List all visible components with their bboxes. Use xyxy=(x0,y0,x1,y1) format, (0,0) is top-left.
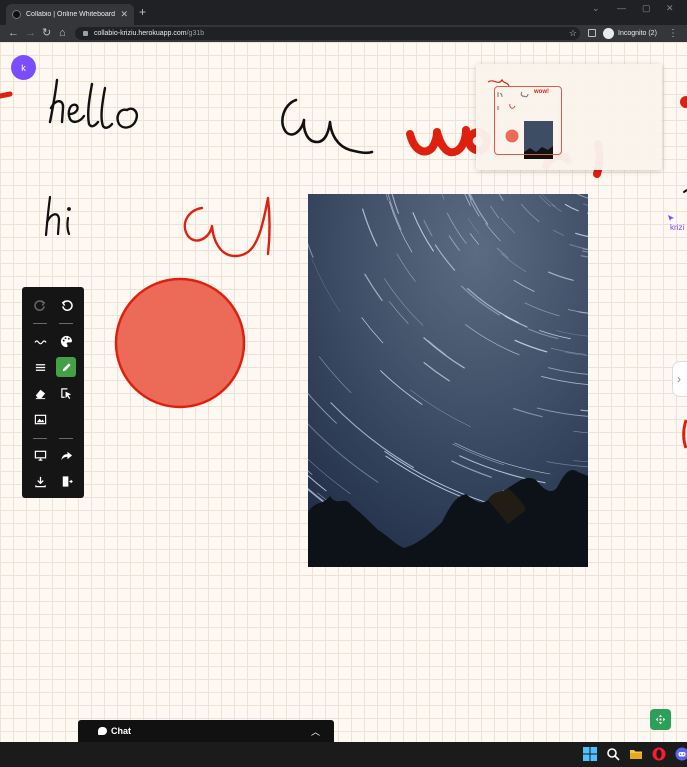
address-bar[interactable]: collabio-kriziu.herokuapp.com /g31b ☆ xyxy=(75,27,580,40)
url-host: collabio-kriziu.herokuapp.com xyxy=(94,30,187,37)
tab-title: Collabio | Online Whiteboard xyxy=(26,11,115,18)
windows-start-icon[interactable] xyxy=(583,747,597,761)
incognito-label: Incognito (2) xyxy=(618,30,657,37)
color-picker-button[interactable] xyxy=(56,331,76,351)
line-width-button[interactable] xyxy=(30,331,50,351)
whiteboard-canvas[interactable]: k wow! krizi › Chat ︿ xyxy=(0,42,687,742)
download-button[interactable] xyxy=(30,471,50,491)
browser-tab-strip: Collabio | Online Whiteboard ✕ + ⌄ — ▢ ✕ xyxy=(0,0,687,25)
chat-bubble-icon xyxy=(98,727,107,735)
image-upload-button[interactable] xyxy=(30,409,50,429)
select-icon xyxy=(60,387,71,399)
move-arrows-icon xyxy=(655,714,666,725)
stroke-red-edge xyxy=(0,91,13,99)
reload-icon[interactable]: ↻ xyxy=(42,26,51,41)
redo-button[interactable] xyxy=(30,295,50,315)
tool-separator xyxy=(59,438,73,439)
share-arrow-icon xyxy=(60,451,72,460)
monitor-icon xyxy=(34,450,46,461)
discord-icon[interactable] xyxy=(675,747,687,761)
undo-icon xyxy=(61,299,73,311)
incognito-icon xyxy=(603,28,614,39)
browser-menu-icon[interactable]: ⋮ xyxy=(668,26,678,41)
wave-icon xyxy=(33,339,47,344)
chat-bar[interactable]: Chat ︿ xyxy=(78,720,334,742)
lines-icon xyxy=(35,363,45,371)
present-button[interactable] xyxy=(30,445,50,465)
new-tab-button[interactable]: + xyxy=(139,5,146,19)
line-style-button[interactable] xyxy=(30,357,50,377)
undo-button[interactable] xyxy=(56,295,76,315)
close-window-button[interactable]: ✕ xyxy=(666,3,674,14)
chevron-right-icon: › xyxy=(677,372,681,386)
exit-button[interactable] xyxy=(56,471,76,491)
palette-icon xyxy=(60,335,72,347)
bookmark-star-icon[interactable]: ☆ xyxy=(569,27,577,40)
tab-close-icon[interactable]: ✕ xyxy=(120,10,128,19)
eraser-button[interactable] xyxy=(30,383,50,403)
minimap-viewport[interactable] xyxy=(494,86,562,155)
screen: Collabio | Online Whiteboard ✕ + ⌄ — ▢ ✕… xyxy=(0,0,687,767)
eraser-icon xyxy=(35,389,45,399)
collabio-favicon-icon xyxy=(12,10,21,19)
opera-browser-icon[interactable] xyxy=(652,747,666,761)
maximize-button[interactable]: ▢ xyxy=(642,3,651,14)
star-trails-image[interactable] xyxy=(308,194,588,567)
tool-separator xyxy=(59,323,73,324)
home-icon[interactable]: ⌂ xyxy=(59,26,66,41)
stroke-red-edge-curve xyxy=(682,419,687,449)
tool-separator xyxy=(33,323,47,324)
side-panel-icon[interactable] xyxy=(588,29,596,37)
stroke-red-squiggle xyxy=(183,196,271,258)
remote-cursor-icon xyxy=(668,215,674,221)
stroke-black-squiggle xyxy=(281,98,374,155)
expand-panel-button[interactable]: › xyxy=(672,361,687,397)
share-button[interactable] xyxy=(56,445,76,465)
windows-taskbar xyxy=(0,742,687,767)
tab-search-icon[interactable]: ⌄ xyxy=(592,3,600,14)
tool-panel xyxy=(22,287,84,498)
image-icon xyxy=(34,414,46,424)
back-arrow-icon[interactable]: ← xyxy=(8,26,19,41)
browser-toolbar: ← → ↻ ⌂ collabio-kriziu.herokuapp.com /g… xyxy=(0,25,687,42)
url-path: /g31b xyxy=(186,30,205,37)
pencil-icon xyxy=(62,362,71,371)
download-icon xyxy=(34,476,46,487)
forward-arrow-icon[interactable]: → xyxy=(25,26,36,41)
minimize-button[interactable]: — xyxy=(617,3,626,13)
circle-shape[interactable] xyxy=(114,277,246,409)
stroke-red-dot-right xyxy=(680,96,687,108)
incognito-indicator[interactable]: Incognito (2) xyxy=(603,27,657,40)
handwriting-hello xyxy=(48,78,138,129)
browser-tab[interactable]: Collabio | Online Whiteboard ✕ xyxy=(6,4,134,25)
chat-label: Chat xyxy=(111,726,131,736)
lock-icon xyxy=(83,31,88,36)
handwriting-hi xyxy=(44,195,71,237)
exit-door-icon xyxy=(62,475,73,487)
remote-user-name: krizi xyxy=(670,223,685,232)
select-button[interactable] xyxy=(56,383,76,403)
user-avatar[interactable]: k xyxy=(11,55,36,80)
tool-separator xyxy=(33,438,47,439)
chevron-up-icon[interactable]: ︿ xyxy=(311,725,320,738)
redo-icon xyxy=(33,299,45,311)
search-icon[interactable] xyxy=(606,747,620,761)
move-canvas-button[interactable] xyxy=(650,709,671,730)
file-explorer-icon[interactable] xyxy=(629,747,643,761)
minimap[interactable]: wow! xyxy=(476,64,662,170)
pencil-tool-button[interactable] xyxy=(56,357,76,377)
